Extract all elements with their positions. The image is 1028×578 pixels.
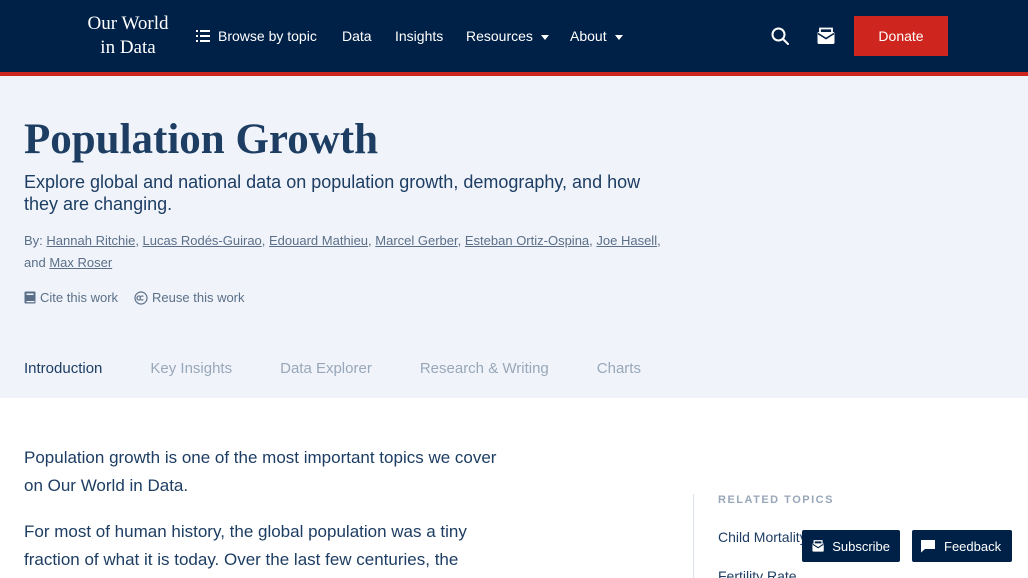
byline: By: Hannah Ritchie, Lucas Rodés-Guirao, … — [24, 233, 661, 270]
nav-about-label: About — [570, 28, 607, 44]
topic-tabs: Introduction Key Insights Data Explorer … — [24, 360, 689, 377]
caret-down-icon — [614, 34, 623, 40]
subscribe-button[interactable]: Subscribe — [802, 530, 900, 562]
nav-resources-label: Resources — [466, 28, 533, 44]
nav-data-label: Data — [342, 28, 372, 44]
author-link[interactable]: Joe Hasell — [596, 233, 657, 248]
nav-about[interactable]: About — [570, 0, 623, 72]
author-link[interactable]: Edouard Mathieu — [269, 233, 368, 248]
tab-introduction[interactable]: Introduction — [24, 360, 102, 377]
newsletter-icon[interactable] — [816, 26, 836, 46]
reuse-label: Reuse this work — [152, 290, 245, 305]
byline-and: and — [24, 255, 46, 270]
book-icon — [24, 291, 36, 304]
article-body: Population growth is one of the most imp… — [24, 444, 504, 578]
sidebar-divider — [693, 494, 694, 578]
byline-label: By: — [24, 233, 43, 248]
creative-commons-icon — [134, 290, 148, 305]
work-links: Cite this work Reuse this work — [24, 290, 261, 305]
author-link[interactable]: Max Roser — [49, 255, 112, 270]
logo-line-1: Our World — [87, 13, 169, 34]
search-icon[interactable] — [770, 26, 790, 46]
cite-label: Cite this work — [40, 290, 119, 305]
related-topic-link[interactable]: Fertility Rate — [718, 568, 797, 578]
site-header: Our World in Data Browse by topic Data I… — [0, 0, 1028, 72]
feedback-button[interactable]: Feedback — [912, 530, 1012, 562]
newsletter-icon — [812, 540, 824, 552]
donate-label: Donate — [878, 28, 924, 44]
nav-resources[interactable]: Resources — [466, 0, 549, 72]
author-link[interactable]: Hannah Ritchie — [46, 233, 135, 248]
cite-this-work-link[interactable]: Cite this work — [24, 290, 118, 305]
nav-data[interactable]: Data — [342, 0, 372, 72]
tab-data-explorer[interactable]: Data Explorer — [280, 360, 372, 377]
topic-hero: Population Growth Explore global and nat… — [0, 76, 1028, 398]
logo-line-2: in Data — [100, 37, 156, 58]
caret-down-icon — [540, 34, 549, 40]
nav-browse-label: Browse by topic — [218, 28, 317, 44]
list-icon — [196, 30, 210, 42]
donate-button[interactable]: Donate — [854, 16, 948, 56]
page-subtitle: Explore global and national data on popu… — [24, 172, 641, 214]
tab-key-insights[interactable]: Key Insights — [150, 360, 232, 377]
nav-browse-by-topic[interactable]: Browse by topic — [196, 0, 317, 72]
site-logo[interactable]: Our World in Data — [80, 12, 176, 60]
reuse-this-work-link[interactable]: Reuse this work — [134, 290, 245, 305]
feedback-label: Feedback — [944, 538, 1002, 554]
nav-insights[interactable]: Insights — [395, 0, 443, 72]
page-title: Population Growth — [24, 116, 379, 163]
author-link[interactable]: Lucas Rodés-Guirao — [143, 233, 262, 248]
subscribe-label: Subscribe — [832, 538, 890, 554]
related-topic-link[interactable]: Child Mortality — [718, 529, 807, 545]
comment-icon — [921, 540, 935, 553]
tab-charts[interactable]: Charts — [597, 360, 641, 377]
tab-research-writing[interactable]: Research & Writing — [420, 360, 549, 377]
related-topics-heading: RELATED TOPICS — [718, 494, 834, 506]
article-paragraph: For most of human history, the global po… — [24, 522, 467, 569]
article-paragraph: Population growth is one of the most imp… — [24, 448, 497, 495]
author-link[interactable]: Esteban Ortiz-Ospina — [465, 233, 589, 248]
author-link[interactable]: Marcel Gerber — [375, 233, 457, 248]
nav-insights-label: Insights — [395, 28, 444, 44]
